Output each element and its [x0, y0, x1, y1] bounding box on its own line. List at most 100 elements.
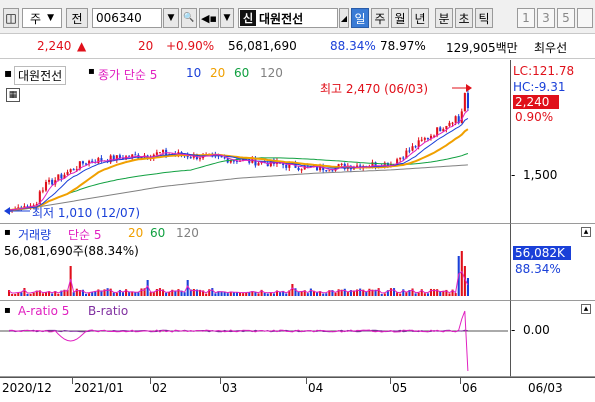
- volume-bar: [75, 288, 78, 296]
- search-icon[interactable]: 🔍: [181, 8, 197, 28]
- volume-bar: [14, 293, 17, 296]
- interval-1[interactable]: 1: [517, 8, 535, 28]
- name-arrow-icon[interactable]: ◢: [339, 8, 349, 28]
- x-label: 2021/01: [74, 381, 124, 395]
- interval-more[interactable]: [577, 8, 593, 28]
- high-annotation: 최고 2,470 (06/03): [320, 82, 429, 96]
- preferred-label: 최우선: [534, 41, 568, 55]
- candle: [300, 169, 303, 171]
- volume-bar: [51, 293, 54, 296]
- tab-minute[interactable]: 분: [435, 8, 453, 28]
- price-chart: [4, 84, 472, 215]
- code-input[interactable]: 006340: [92, 8, 162, 28]
- candle: [60, 174, 63, 179]
- tab-week[interactable]: 주: [371, 8, 389, 28]
- candle: [198, 158, 202, 160]
- volume-bar: [454, 293, 457, 296]
- x-label: 03: [222, 381, 238, 395]
- ratio-axis-zero: 0.00: [523, 323, 550, 337]
- market-cap: 129,905백만: [446, 41, 518, 55]
- tab-month[interactable]: 월: [391, 8, 409, 28]
- stock-name-field[interactable]: 신 대원전선: [238, 8, 338, 28]
- prev-button[interactable]: 전: [66, 8, 88, 28]
- window-icon[interactable]: ◫: [3, 8, 19, 28]
- lc-value: LC:121.78: [513, 64, 575, 78]
- ma-collapse-icon[interactable]: ▪: [88, 66, 95, 77]
- volume-panel[interactable]: ▪ 거래량 단순 5 20 60 120 56,081,690주(88.34%): [0, 224, 510, 301]
- volume-collapse-icon[interactable]: ▪: [4, 227, 11, 238]
- speaker-dropdown-icon[interactable]: ▼: [220, 8, 234, 28]
- volume-bar: [257, 293, 260, 296]
- volume-bar: [17, 292, 20, 296]
- volume-bar: [417, 292, 420, 296]
- ratio-close-icon[interactable]: ▴: [581, 304, 591, 314]
- ratio-collapse-icon[interactable]: ▪: [4, 305, 11, 316]
- volume-bar: [279, 292, 282, 296]
- low-annotation: 최저 1,010 (12/07): [32, 206, 141, 220]
- stock-name: 대원전선: [259, 11, 304, 26]
- volume-bar: [426, 293, 429, 296]
- volume-bar: [269, 293, 272, 296]
- date-axis: 2020/12 2021/01 02 03 04 05 06 06/03: [0, 377, 595, 402]
- volume-bar: [399, 293, 402, 296]
- volume-bar: [158, 288, 161, 296]
- ratio-panel[interactable]: ▪ A-ratio 5 B-ratio: [0, 301, 510, 377]
- trade-volume: 56,081,690: [228, 39, 297, 53]
- b-ratio-label: B-ratio: [88, 304, 129, 318]
- candle: [134, 154, 137, 156]
- volume-bar: [85, 293, 88, 296]
- last-pct: 0.90%: [515, 110, 554, 124]
- volume-bar: [106, 288, 109, 296]
- high-marker-arrow: [466, 84, 472, 92]
- candle: [414, 146, 417, 148]
- volume-bar: [322, 293, 325, 296]
- volume-bar: [152, 292, 155, 296]
- ma10-label: 10: [186, 66, 202, 80]
- tab-second[interactable]: 초: [455, 8, 473, 28]
- volume-bar: [88, 293, 91, 296]
- volume-bar: [359, 288, 362, 296]
- volume-bar: [226, 293, 229, 296]
- candle: [257, 163, 260, 166]
- candle: [325, 170, 328, 172]
- volume-axis-pct: 88.34%: [515, 262, 561, 276]
- current-price: 2,240: [37, 39, 72, 53]
- candle: [118, 155, 121, 158]
- ma60-line: [8, 153, 469, 211]
- volume-bar: [23, 288, 26, 296]
- volume-close-icon[interactable]: ▴: [581, 227, 591, 237]
- interval-3[interactable]: 3: [537, 8, 555, 28]
- price-panel[interactable]: ▪ 대원전선 ▪ 종가 단순 5 10 20 60 120 ▦ 최고 2,470…: [0, 60, 510, 224]
- interval-5[interactable]: 5: [557, 8, 575, 28]
- market-select[interactable]: 주 ▼: [22, 8, 62, 28]
- tab-tick[interactable]: 틱: [475, 8, 493, 28]
- price-panel-name: 대원전선: [14, 66, 67, 85]
- price-candles: [8, 90, 469, 213]
- candle: [454, 116, 457, 123]
- volume-bar: [393, 288, 396, 296]
- tab-year[interactable]: 년: [411, 8, 429, 28]
- candle: [448, 122, 451, 126]
- panel-collapse-icon[interactable]: ▪: [4, 66, 12, 80]
- cursor-date: 06/03: [528, 381, 563, 395]
- candle: [451, 122, 454, 124]
- candle: [85, 163, 88, 165]
- candle: [158, 152, 161, 154]
- tab-day[interactable]: 일: [351, 8, 369, 28]
- grid-toggle-icon[interactable]: ▦: [6, 88, 20, 102]
- ma10-line: [8, 117, 469, 211]
- code-dropdown-icon[interactable]: ▼: [163, 8, 179, 28]
- volume-bar: [405, 292, 408, 296]
- volume-bar: [242, 293, 245, 296]
- ma20-label: 20: [210, 66, 226, 80]
- volume-bar: [448, 293, 451, 296]
- speaker-icon[interactable]: ◀▪: [199, 8, 219, 28]
- turnover-ratio: 78.97%: [380, 39, 426, 53]
- volume-bar: [20, 292, 23, 296]
- volume-bar: [232, 292, 235, 296]
- candle: [408, 150, 411, 152]
- volume-bar: [414, 293, 417, 296]
- candle: [420, 139, 423, 141]
- volume-bar: [248, 292, 251, 296]
- volume-bar: [41, 293, 44, 296]
